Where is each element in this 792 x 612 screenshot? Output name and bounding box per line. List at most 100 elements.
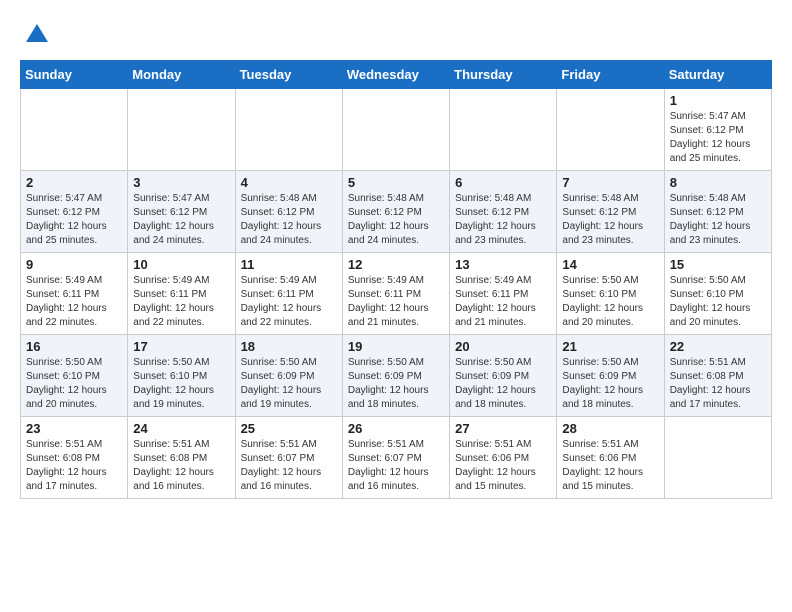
day-info: Sunrise: 5:51 AM Sunset: 6:07 PM Dayligh… — [241, 438, 337, 494]
day-number: 19 — [348, 339, 444, 354]
day-number: 1 — [670, 93, 766, 108]
day-info: Sunrise: 5:50 AM Sunset: 6:09 PM Dayligh… — [348, 356, 444, 412]
day-number: 28 — [562, 421, 658, 436]
day-number: 11 — [241, 257, 337, 272]
day-number: 7 — [562, 175, 658, 190]
calendar-cell: 25 Sunrise: 5:51 AM Sunset: 6:07 PM Dayli… — [235, 417, 342, 499]
day-number: 25 — [241, 421, 337, 436]
day-info: Sunrise: 5:48 AM Sunset: 6:12 PM Dayligh… — [241, 192, 337, 248]
calendar-cell — [128, 89, 235, 171]
day-info: Sunrise: 5:51 AM Sunset: 6:08 PM Dayligh… — [26, 438, 122, 494]
day-info: Sunrise: 5:50 AM Sunset: 6:09 PM Dayligh… — [562, 356, 658, 412]
day-number: 8 — [670, 175, 766, 190]
day-number: 5 — [348, 175, 444, 190]
page-header — [20, 20, 772, 50]
calendar-table: SundayMondayTuesdayWednesdayThursdayFrid… — [20, 60, 772, 499]
calendar-cell: 27 Sunrise: 5:51 AM Sunset: 6:06 PM Dayli… — [450, 417, 557, 499]
day-info: Sunrise: 5:48 AM Sunset: 6:12 PM Dayligh… — [670, 192, 766, 248]
weekday-header-wednesday: Wednesday — [342, 61, 449, 89]
day-number: 6 — [455, 175, 551, 190]
day-number: 23 — [26, 421, 122, 436]
day-info: Sunrise: 5:49 AM Sunset: 6:11 PM Dayligh… — [26, 274, 122, 330]
day-info: Sunrise: 5:50 AM Sunset: 6:10 PM Dayligh… — [670, 274, 766, 330]
calendar-cell: 15 Sunrise: 5:50 AM Sunset: 6:10 PM Dayli… — [664, 253, 771, 335]
day-number: 2 — [26, 175, 122, 190]
day-info: Sunrise: 5:47 AM Sunset: 6:12 PM Dayligh… — [133, 192, 229, 248]
logo-text — [20, 20, 52, 50]
calendar-cell: 24 Sunrise: 5:51 AM Sunset: 6:08 PM Dayli… — [128, 417, 235, 499]
calendar-cell: 7 Sunrise: 5:48 AM Sunset: 6:12 PM Daylig… — [557, 171, 664, 253]
calendar-cell: 13 Sunrise: 5:49 AM Sunset: 6:11 PM Dayli… — [450, 253, 557, 335]
calendar-cell: 10Sunrise: 5:49 AM Sunset: 6:11 PM Dayli… — [128, 253, 235, 335]
day-info: Sunrise: 5:51 AM Sunset: 6:06 PM Dayligh… — [562, 438, 658, 494]
calendar-cell: 17 Sunrise: 5:50 AM Sunset: 6:10 PM Dayli… — [128, 335, 235, 417]
calendar-cell: 4 Sunrise: 5:48 AM Sunset: 6:12 PM Daylig… — [235, 171, 342, 253]
day-info: Sunrise: 5:51 AM Sunset: 6:08 PM Dayligh… — [133, 438, 229, 494]
calendar-cell: 23 Sunrise: 5:51 AM Sunset: 6:08 PM Dayli… — [21, 417, 128, 499]
day-number: 13 — [455, 257, 551, 272]
day-info: Sunrise: 5:51 AM Sunset: 6:07 PM Dayligh… — [348, 438, 444, 494]
day-info: Sunrise: 5:48 AM Sunset: 6:12 PM Dayligh… — [348, 192, 444, 248]
day-number: 21 — [562, 339, 658, 354]
weekday-header-monday: Monday — [128, 61, 235, 89]
calendar-cell: 19 Sunrise: 5:50 AM Sunset: 6:09 PM Dayli… — [342, 335, 449, 417]
day-number: 16 — [26, 339, 122, 354]
calendar-cell: 11 Sunrise: 5:49 AM Sunset: 6:11 PM Dayli… — [235, 253, 342, 335]
day-info: Sunrise: 5:51 AM Sunset: 6:06 PM Dayligh… — [455, 438, 551, 494]
calendar-cell — [235, 89, 342, 171]
calendar-cell: 1 Sunrise: 5:47 AM Sunset: 6:12 PM Daylig… — [664, 89, 771, 171]
day-number: 22 — [670, 339, 766, 354]
weekday-header-thursday: Thursday — [450, 61, 557, 89]
logo — [20, 20, 52, 50]
day-info: Sunrise: 5:48 AM Sunset: 6:12 PM Dayligh… — [455, 192, 551, 248]
logo-icon — [22, 20, 52, 50]
day-number: 9 — [26, 257, 122, 272]
day-info: Sunrise: 5:49 AM Sunset: 6:11 PM Dayligh… — [348, 274, 444, 330]
calendar-cell: 18Sunrise: 5:50 AM Sunset: 6:09 PM Dayli… — [235, 335, 342, 417]
calendar-cell: 6 Sunrise: 5:48 AM Sunset: 6:12 PM Daylig… — [450, 171, 557, 253]
day-info: Sunrise: 5:48 AM Sunset: 6:12 PM Dayligh… — [562, 192, 658, 248]
calendar-cell: 20 Sunrise: 5:50 AM Sunset: 6:09 PM Dayli… — [450, 335, 557, 417]
day-number: 20 — [455, 339, 551, 354]
calendar-cell: 16 Sunrise: 5:50 AM Sunset: 6:10 PM Dayli… — [21, 335, 128, 417]
day-info: Sunrise: 5:50 AM Sunset: 6:10 PM Dayligh… — [562, 274, 658, 330]
calendar-cell: 2 Sunrise: 5:47 AM Sunset: 6:12 PM Daylig… — [21, 171, 128, 253]
day-info: Sunrise: 5:50 AM Sunset: 6:10 PM Dayligh… — [26, 356, 122, 412]
day-number: 14 — [562, 257, 658, 272]
day-number: 27 — [455, 421, 551, 436]
day-number: 15 — [670, 257, 766, 272]
calendar-cell — [557, 89, 664, 171]
calendar-cell — [664, 417, 771, 499]
calendar-cell — [21, 89, 128, 171]
weekday-header-sunday: Sunday — [21, 61, 128, 89]
day-number: 4 — [241, 175, 337, 190]
day-info: Sunrise: 5:49 AM Sunset: 6:11 PM Dayligh… — [133, 274, 229, 330]
day-info: Sunrise: 5:49 AM Sunset: 6:11 PM Dayligh… — [455, 274, 551, 330]
day-info: Sunrise: 5:50 AM Sunset: 6:10 PM Dayligh… — [133, 356, 229, 412]
day-info: Sunrise: 5:47 AM Sunset: 6:12 PM Dayligh… — [670, 110, 766, 166]
calendar-cell — [450, 89, 557, 171]
weekday-header-tuesday: Tuesday — [235, 61, 342, 89]
calendar-cell: 28 Sunrise: 5:51 AM Sunset: 6:06 PM Dayli… — [557, 417, 664, 499]
calendar-cell: 5 Sunrise: 5:48 AM Sunset: 6:12 PM Daylig… — [342, 171, 449, 253]
day-info: Sunrise: 5:47 AM Sunset: 6:12 PM Dayligh… — [26, 192, 122, 248]
weekday-header-friday: Friday — [557, 61, 664, 89]
calendar-cell: 3 Sunrise: 5:47 AM Sunset: 6:12 PM Daylig… — [128, 171, 235, 253]
calendar-cell: 9 Sunrise: 5:49 AM Sunset: 6:11 PM Daylig… — [21, 253, 128, 335]
day-number: 26 — [348, 421, 444, 436]
calendar-cell — [342, 89, 449, 171]
calendar-cell: 21 Sunrise: 5:50 AM Sunset: 6:09 PM Dayli… — [557, 335, 664, 417]
day-number: 3 — [133, 175, 229, 190]
calendar-cell: 14 Sunrise: 5:50 AM Sunset: 6:10 PM Dayli… — [557, 253, 664, 335]
calendar-cell: 26 Sunrise: 5:51 AM Sunset: 6:07 PM Dayli… — [342, 417, 449, 499]
day-info: Sunrise: 5:50 AM Sunset: 6:09 PM Dayligh… — [455, 356, 551, 412]
day-number: 24 — [133, 421, 229, 436]
day-number: 17 — [133, 339, 229, 354]
day-number: 12 — [348, 257, 444, 272]
day-info: Sunrise: 5:49 AM Sunset: 6:11 PM Dayligh… — [241, 274, 337, 330]
calendar-cell: 22 Sunrise: 5:51 AM Sunset: 6:08 PM Dayli… — [664, 335, 771, 417]
weekday-header-saturday: Saturday — [664, 61, 771, 89]
day-number: 18 — [241, 339, 337, 354]
calendar-cell: 12 Sunrise: 5:49 AM Sunset: 6:11 PM Dayli… — [342, 253, 449, 335]
day-info: Sunrise: 5:51 AM Sunset: 6:08 PM Dayligh… — [670, 356, 766, 412]
